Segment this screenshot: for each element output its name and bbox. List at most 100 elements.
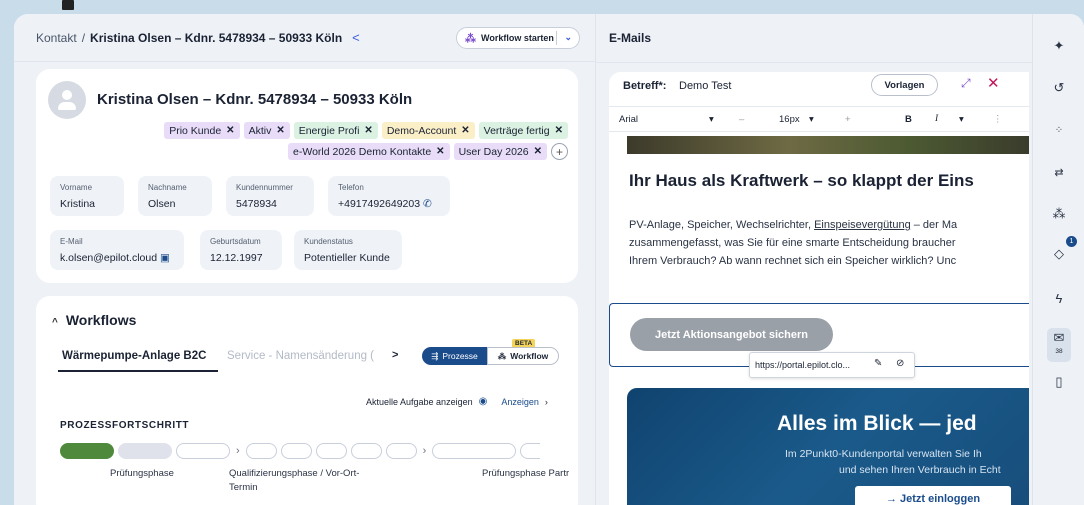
workflow-icon: ⁂ — [465, 32, 476, 45]
font-dropdown-icon[interactable]: ▾ — [709, 114, 714, 125]
field-value: 12.12.1997 — [210, 252, 263, 264]
tag[interactable]: e-World 2026 Demo Kontakte ✕ — [288, 143, 450, 160]
remove-tag-icon[interactable]: ✕ — [436, 146, 444, 157]
phase-step[interactable] — [520, 443, 541, 459]
tab-service-namensaenderung[interactable]: Service - Namensänderung ( — [227, 350, 374, 362]
chevron-down-icon[interactable]: ⌄ — [564, 32, 572, 43]
contact-panel: Kontakt / Kristina Olsen – Kdnr. 5478934… — [14, 14, 596, 505]
nachname-field[interactable]: Nachname Olsen — [138, 176, 212, 216]
flow-icon[interactable]: ⇄ — [1049, 162, 1069, 182]
phase-step[interactable] — [432, 443, 517, 459]
field-value: +4917492649203 ✆ — [338, 198, 440, 210]
sparkle-icon[interactable]: ✦ — [1049, 36, 1069, 56]
phase-step[interactable] — [280, 443, 312, 459]
remove-tag-icon[interactable]: ✕ — [461, 125, 469, 136]
tag[interactable]: Demo-Account ✕ — [381, 122, 475, 139]
workflow-toggle[interactable]: ⁂ Workflow — [487, 347, 559, 365]
remove-tag-icon[interactable]: ✕ — [534, 146, 542, 157]
email-body[interactable]: PV-Anlage, Speicher, Wechselrichter, Ein… — [629, 216, 957, 270]
phone-icon[interactable]: ✆ — [423, 198, 432, 210]
geburtsdatum-field[interactable]: Geburtsdatum 12.12.1997 — [200, 230, 282, 270]
font-select[interactable]: Arial — [619, 114, 638, 125]
field-value: k.olsen@epilot.cloud ▣ — [60, 252, 174, 264]
subject-input[interactable]: Demo Test — [679, 80, 731, 92]
mail-icon[interactable]: ✉ — [1049, 328, 1069, 348]
link-url[interactable]: https://portal.epilot.clo... — [755, 360, 850, 370]
phase-step[interactable] — [350, 443, 382, 459]
increase-size-button[interactable]: + — [845, 114, 851, 125]
promo-banner: Alles im Blick — jed Im 2Punkt0-Kundenpo… — [627, 388, 1029, 505]
telefon-field[interactable]: Telefon +4917492649203 ✆ — [328, 176, 450, 216]
automation-icon[interactable]: ϟ — [1049, 288, 1069, 308]
prozesse-toggle[interactable]: ⇶ Prozesse — [422, 347, 487, 365]
phase-step[interactable] — [385, 443, 417, 459]
remove-tag-icon[interactable]: ✕ — [226, 125, 234, 136]
italic-button[interactable]: I — [935, 114, 938, 124]
vorname-field[interactable]: Vorname Kristina — [50, 176, 124, 216]
remove-tag-icon[interactable]: ✕ — [276, 125, 284, 136]
tag-label: Energie Profi — [298, 124, 360, 137]
body-link[interactable]: Einspeisevergütung — [814, 219, 911, 231]
current-task-link[interactable]: Aktuelle Aufgabe anzeigen — [366, 397, 473, 407]
tag[interactable]: Prio Kunde ✕ — [164, 122, 240, 139]
close-icon[interactable]: ✕ — [987, 74, 1000, 92]
email-field[interactable]: E-Mail k.olsen@epilot.cloud ▣ — [50, 230, 184, 270]
active-tab-indicator — [58, 370, 218, 372]
format-dropdown-icon[interactable]: ▾ — [959, 114, 964, 125]
vorlagen-button[interactable]: Vorlagen — [871, 74, 938, 96]
file-icon[interactable]: ▯ — [1049, 372, 1069, 392]
unlink-icon[interactable]: ⊘ — [896, 358, 904, 369]
field-value: Potentieller Kunde — [304, 252, 390, 264]
chevron-up-icon[interactable]: ^ — [52, 317, 58, 328]
calendar-icon[interactable]: ▣ — [160, 252, 170, 264]
chevron-right-icon[interactable]: › — [545, 397, 548, 407]
workflows-header[interactable]: ^ Workflows — [52, 312, 136, 328]
tag[interactable]: User Day 2026 ✕ — [453, 143, 547, 160]
eye-icon[interactable]: ◉ — [479, 396, 488, 407]
phase-step[interactable] — [176, 443, 230, 459]
more-icon[interactable]: ⋮ — [993, 114, 1003, 125]
progress-title: PROZESSFORTSCHRITT — [60, 420, 190, 431]
field-value: 5478934 — [236, 198, 277, 210]
tag-label: Prio Kunde — [169, 124, 222, 137]
anzeigen-link[interactable]: Anzeigen — [501, 397, 539, 407]
promo-title: Alles im Blick — jed — [777, 412, 977, 435]
phase-step[interactable] — [315, 443, 347, 459]
tag[interactable]: Aktiv ✕ — [243, 122, 290, 139]
cta-button[interactable]: Jetzt Aktionsangebot sichern — [630, 318, 833, 351]
kundenstatus-field[interactable]: Kundenstatus Potentieller Kunde — [294, 230, 402, 270]
edit-link-icon[interactable]: ✎ — [874, 358, 882, 369]
app-window: Kontakt / Kristina Olsen – Kdnr. 5478934… — [14, 14, 1084, 505]
body-text: Ihrem Verbrauch? Ab wann rechnet sich ei… — [629, 255, 957, 267]
add-tag-button[interactable]: + — [551, 143, 568, 160]
workflow-label: Workflow — [510, 351, 549, 361]
tasks-icon[interactable]: ◇ — [1049, 244, 1069, 264]
decrease-size-button[interactable]: – — [739, 114, 744, 125]
phase-step[interactable] — [60, 443, 114, 459]
remove-tag-icon[interactable]: ✕ — [364, 125, 372, 136]
subject-label: Betreff*: — [623, 80, 667, 92]
tag-label: Aktiv — [248, 124, 272, 137]
font-size-select[interactable]: 16px — [779, 114, 800, 125]
tag[interactable]: Energie Profi ✕ — [293, 122, 378, 139]
field-value: Olsen — [148, 198, 176, 210]
breadcrumb-root[interactable]: Kontakt — [36, 31, 77, 45]
bold-button[interactable]: B — [905, 114, 912, 125]
history-icon[interactable]: ↺ — [1049, 78, 1069, 98]
share-icon[interactable]: < — [352, 30, 360, 45]
workflow-start-button[interactable]: ⁂ Workflow starten ⌄ — [456, 27, 580, 49]
expand-icon[interactable]: ⤢ — [961, 76, 971, 91]
workflow-icon[interactable]: ⁂ — [1049, 204, 1069, 224]
email-headline[interactable]: Ihr Haus als Kraftwerk – so klappt der E… — [629, 171, 974, 191]
login-button[interactable]: → Jetzt einloggen — [855, 486, 1011, 505]
kundennummer-field[interactable]: Kundennummer 5478934 — [226, 176, 314, 216]
phase-step[interactable] — [245, 443, 277, 459]
apps-icon[interactable]: ⁘ — [1049, 120, 1069, 140]
tag-label: Demo-Account — [386, 124, 457, 137]
phase-step[interactable] — [118, 443, 172, 459]
size-dropdown-icon[interactable]: ▾ — [809, 114, 814, 125]
tag[interactable]: Verträge fertig ✕ — [478, 122, 568, 139]
tabs-next-arrow[interactable]: > — [392, 349, 398, 361]
tab-waermepumpe[interactable]: Wärmepumpe-Anlage B2C — [62, 350, 206, 362]
remove-tag-icon[interactable]: ✕ — [555, 125, 563, 136]
